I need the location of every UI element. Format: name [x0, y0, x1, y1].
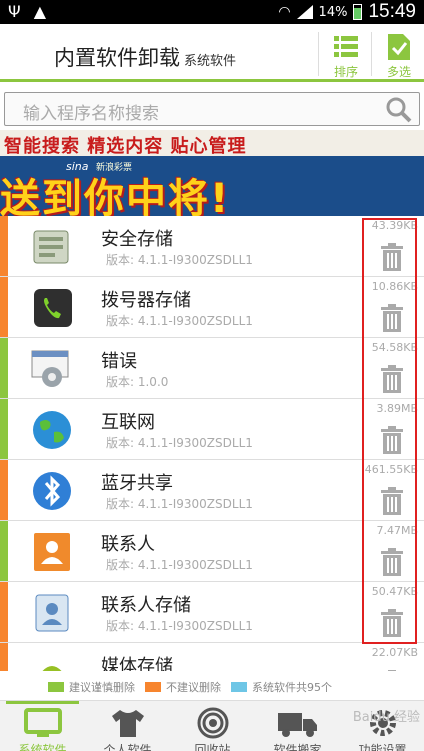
app-list-item[interactable]: 联系人存储 版本: 4.1.1-I9300ZSDLL1 50.47KB — [0, 582, 424, 643]
app-header: 内置软件卸载 系统软件 排序 多选 — [0, 24, 424, 82]
battery-icon — [353, 4, 363, 20]
app-list-item[interactable]: 联系人 版本: 4.1.1-I9300ZSDLL1 7.47MB — [0, 521, 424, 582]
globe-icon — [28, 408, 76, 452]
legend-item: 不建议删除 — [145, 679, 221, 695]
nav-tab-label: 软件搬家 — [273, 743, 322, 751]
warning-icon: ▲ — [33, 2, 46, 21]
app-list-item[interactable]: 蓝牙共享 版本: 4.1.1-I9300ZSDLL1 461.55KB — [0, 460, 424, 521]
app-name: 拨号器存储 — [101, 290, 191, 311]
app-list-item[interactable]: 媒体存储 22.07KB — [0, 643, 424, 671]
category-color-bar — [0, 338, 8, 398]
nav-tab-4[interactable]: 软件搬家 — [255, 701, 340, 751]
android-icon — [28, 652, 76, 671]
contacts-storage-icon — [28, 591, 76, 635]
search-field[interactable]: 输入程序名称搜索 — [4, 92, 420, 126]
wifi-icon: ◠ — [278, 4, 291, 20]
watermark: Baidu 经验 — [352, 710, 420, 725]
category-color-bar — [0, 582, 8, 642]
app-name: 错误 — [101, 351, 137, 372]
status-left: Ψ ▲ — [8, 2, 46, 21]
category-color-bar — [0, 277, 8, 337]
legend-label: 不建议删除 — [166, 681, 221, 694]
status-right: ◠ 14% 15:49 — [278, 0, 416, 24]
nav-tab-label: 系统软件 — [18, 743, 67, 751]
list-sort-icon — [334, 36, 358, 57]
nav-tab-label: 个人软件 — [103, 743, 152, 751]
monitor-icon — [0, 707, 85, 742]
nav-tab-2[interactable]: 个人软件 — [85, 701, 170, 751]
app-version: 版本: 4.1.1-I9300ZSDLL1 — [106, 436, 253, 450]
app-list-item[interactable]: 拨号器存储 版本: 4.1.1-I9300ZSDLL1 10.86KB — [0, 277, 424, 338]
page-title: 内置软件卸载 系统软件 — [54, 42, 236, 72]
app-name: 蓝牙共享 — [101, 473, 173, 494]
sort-button[interactable]: 排序 — [323, 30, 369, 80]
header-divider — [318, 32, 319, 76]
nav-tab-1[interactable]: 系统软件 — [0, 701, 85, 751]
search-placeholder: 输入程序名称搜索 — [23, 104, 159, 124]
page-title-text: 内置软件卸载 — [54, 46, 180, 70]
legend-label: 建议谨慎删除 — [69, 681, 135, 694]
app-version: 版本: 4.1.1-I9300ZSDLL1 — [106, 497, 253, 511]
legend-label: 系统软件共95个 — [252, 681, 332, 694]
tshirt-icon — [85, 707, 170, 742]
category-color-bar — [0, 460, 8, 520]
multi-select-button[interactable]: 多选 — [376, 30, 422, 80]
nav-tab-label: 功能设置 — [358, 743, 407, 751]
legend-swatch — [231, 682, 247, 692]
truck-icon — [255, 707, 340, 742]
app-name: 联系人 — [101, 534, 155, 555]
usb-icon: Ψ — [8, 2, 21, 21]
dialer-icon — [28, 286, 76, 330]
category-color-bar — [0, 521, 8, 581]
sort-label: 排序 — [333, 65, 358, 79]
app-list-item[interactable]: 互联网 版本: 4.1.1-I9300ZSDLL1 3.89MB — [0, 399, 424, 460]
legend: 建议谨慎删除 不建议删除 系统软件共95个 — [0, 677, 424, 697]
app-version: 版本: 4.1.1-I9300ZSDLL1 — [106, 619, 253, 633]
trash-icon[interactable] — [380, 669, 404, 671]
nav-tab-3[interactable]: 回收站 — [170, 701, 255, 751]
multi-select-label: 多选 — [386, 65, 411, 79]
highlight-box — [362, 218, 417, 644]
legend-item: 系统软件共95个 — [231, 679, 332, 695]
app-name: 互联网 — [101, 412, 155, 433]
legend-item: 建议谨慎删除 — [48, 679, 135, 695]
checkmark-document-icon — [388, 34, 410, 60]
app-list: 安全存储 版本: 4.1.1-I9300ZSDLL1 43.39KB 拨号器存储 版本:… — [0, 216, 424, 671]
app-name: 媒体存储 — [101, 656, 173, 671]
contacts-icon — [28, 530, 76, 574]
signal-icon — [296, 5, 313, 19]
nav-tab-label: 回收站 — [194, 743, 231, 751]
search-icon[interactable] — [385, 96, 413, 124]
target-icon — [170, 707, 255, 742]
app-name: 安全存储 — [101, 229, 173, 250]
app-version: 版本: 4.1.1-I9300ZSDLL1 — [106, 314, 253, 328]
header-divider — [371, 32, 372, 76]
battery-percent: 14% — [318, 4, 348, 20]
legend-swatch — [145, 682, 161, 692]
category-color-bar — [0, 643, 8, 671]
app-version: 版本: 4.1.1-I9300ZSDLL1 — [106, 558, 253, 572]
legend-swatch — [48, 682, 64, 692]
app-size: 22.07KB — [371, 646, 418, 659]
page-subtitle: 系统软件 — [184, 54, 237, 69]
category-color-bar — [0, 216, 8, 276]
clock: 15:49 — [368, 1, 416, 22]
app-list-item[interactable]: 安全存储 版本: 4.1.1-I9300ZSDLL1 43.39KB — [0, 216, 424, 277]
app-list-item[interactable]: 错误 版本: 1.0.0 54.58KB — [0, 338, 424, 399]
app-version: 版本: 4.1.1-I9300ZSDLL1 — [106, 253, 253, 267]
secure-storage-icon — [28, 225, 76, 269]
app-name: 联系人存储 — [101, 595, 191, 616]
banner-headline: 送到你中将! — [0, 176, 231, 216]
bluetooth-icon — [28, 469, 76, 513]
promo-banner[interactable]: 智能搜索 精选内容 贴心管理 sina 新浪彩票 送到你中将! — [0, 130, 424, 216]
status-bar: Ψ ▲ ◠ 14% 15:49 — [0, 0, 424, 24]
banner-tagline: 智能搜索 精选内容 贴心管理 — [4, 136, 247, 157]
app-version: 版本: 1.0.0 — [106, 375, 169, 389]
category-color-bar — [0, 399, 8, 459]
error-report-icon — [28, 347, 76, 391]
